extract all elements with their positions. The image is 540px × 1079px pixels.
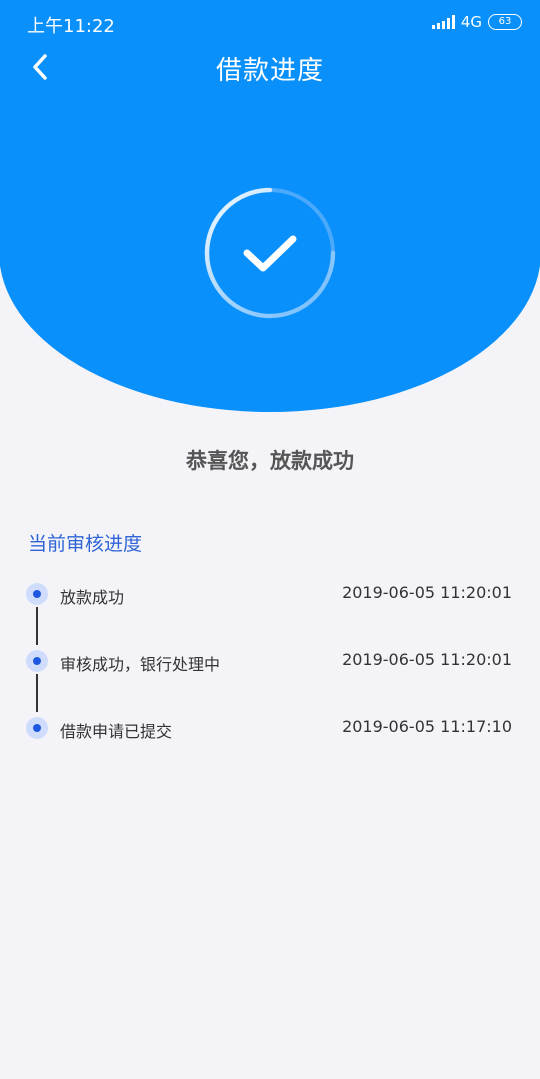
header-hero: 上午11:22 4G 63 借款进度 (0, 0, 540, 412)
status-time: 上午11:22 (27, 16, 115, 37)
timeline-dot (26, 583, 48, 605)
timeline-item: 审核成功，银行处理中 2019-06-05 11:20:01 (26, 647, 516, 714)
navigation-bar: 借款进度 (0, 46, 540, 88)
battery-level: 63 (498, 16, 512, 27)
success-message: 恭喜您，放款成功 (186, 449, 354, 473)
timeline-dot (26, 650, 48, 672)
battery-icon: 63 (488, 14, 522, 30)
network-type: 4G (460, 13, 482, 31)
timeline-label: 借款申请已提交 (60, 722, 173, 741)
timeline-label: 审核成功，银行处理中 (60, 655, 221, 674)
success-indicator (201, 184, 339, 322)
checkmark-icon (204, 187, 336, 319)
timeline-dot (26, 717, 48, 739)
progress-section-title: 当前审核进度 (28, 533, 143, 555)
timeline-connector (36, 607, 38, 645)
timeline-label: 放款成功 (60, 588, 125, 607)
loan-progress-page: 上午11:22 4G 63 借款进度 恭喜您，放款成功 当前审核进度 放款成功 … (0, 0, 540, 1079)
timeline-time: 2019-06-05 11:20:01 (342, 650, 512, 669)
status-bar: 上午11:22 4G 63 (0, 0, 540, 46)
progress-timeline: 放款成功 2019-06-05 11:20:01 审核成功，银行处理中 2019… (26, 580, 516, 781)
timeline-item: 放款成功 2019-06-05 11:20:01 (26, 580, 516, 647)
page-title: 借款进度 (215, 56, 324, 86)
timeline-time: 2019-06-05 11:20:01 (342, 583, 512, 602)
timeline-connector (36, 674, 38, 712)
status-indicators: 4G 63 (431, 13, 522, 31)
timeline-time: 2019-06-05 11:17:10 (342, 717, 512, 736)
timeline-item: 借款申请已提交 2019-06-05 11:17:10 (26, 714, 516, 781)
signal-icon (431, 15, 455, 29)
